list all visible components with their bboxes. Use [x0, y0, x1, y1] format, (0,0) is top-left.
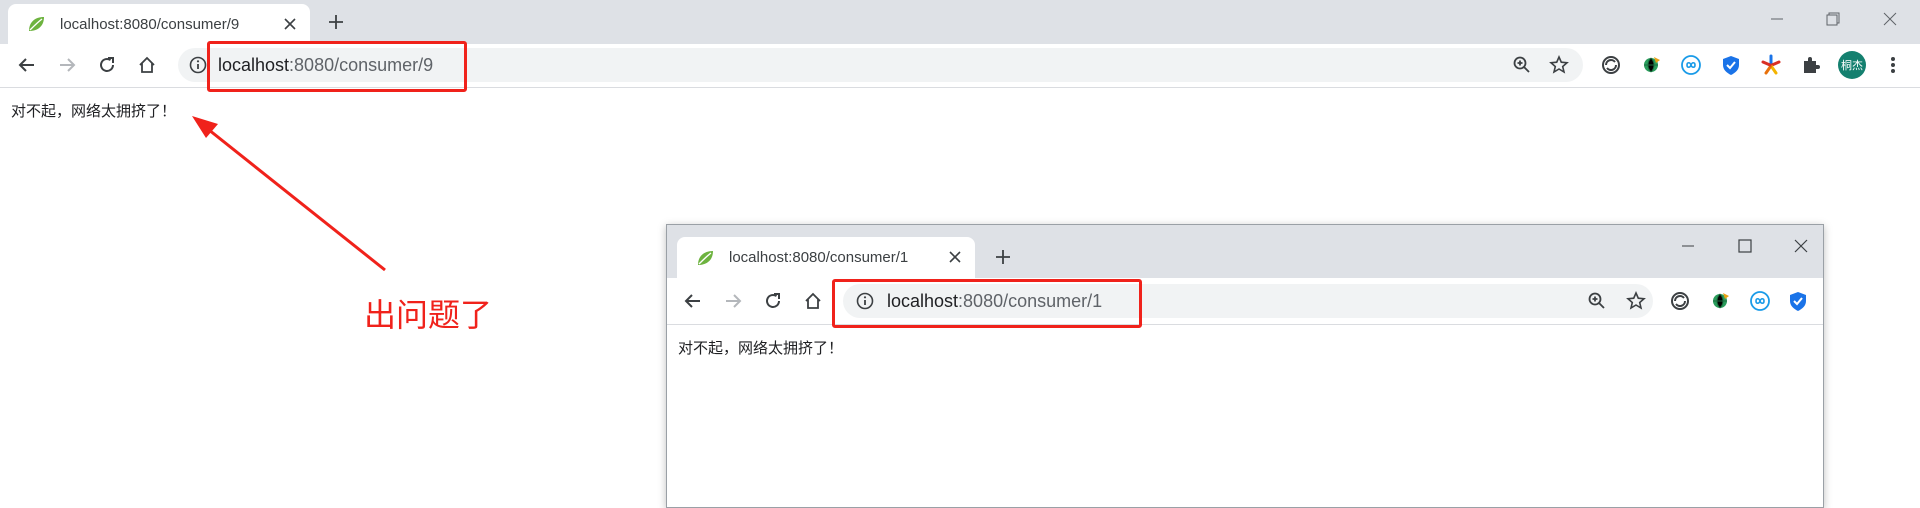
annotation-arrow — [192, 116, 386, 272]
tab-strip: localhost:8080/consumer/1 — [667, 225, 1823, 278]
forward-button[interactable] — [52, 50, 82, 80]
maximize-button[interactable] — [1725, 231, 1765, 261]
bookmark-star-icon[interactable] — [1623, 288, 1649, 314]
reload-button[interactable] — [758, 286, 788, 316]
shield-extension-icon[interactable] — [1718, 52, 1744, 78]
globe-extension-icon[interactable] — [1638, 52, 1664, 78]
tab-strip: localhost:8080/consumer/9 — [0, 0, 1920, 44]
spring-leaf-icon — [693, 246, 717, 270]
asterisk-extension-icon[interactable] — [1758, 52, 1784, 78]
home-button[interactable] — [132, 50, 162, 80]
tab-title: localhost:8080/consumer/1 — [729, 249, 909, 266]
avatar[interactable]: 桐杰 — [1838, 51, 1866, 79]
back-button[interactable] — [678, 286, 708, 316]
restore-button[interactable] — [1813, 4, 1853, 34]
tab-active[interactable]: localhost:8080/consumer/9 — [8, 4, 310, 44]
spring-leaf-icon — [24, 12, 48, 36]
close-window-button[interactable] — [1781, 231, 1821, 261]
menu-dots-icon[interactable] — [1880, 52, 1906, 78]
new-tab-button[interactable] — [989, 243, 1017, 271]
infinity-extension-icon[interactable] — [1747, 288, 1773, 314]
home-button[interactable] — [798, 286, 828, 316]
minimize-button[interactable] — [1757, 4, 1797, 34]
url-highlight-box — [207, 41, 467, 92]
back-button[interactable] — [12, 50, 42, 80]
page-viewport: 对不起，网络太拥挤了！ — [667, 325, 1823, 507]
close-tab-icon[interactable] — [280, 14, 300, 34]
minimize-button[interactable] — [1668, 231, 1708, 261]
sync-extension-icon[interactable] — [1667, 288, 1693, 314]
annotation-label: 出问题了 — [364, 296, 493, 334]
forward-button[interactable] — [718, 286, 748, 316]
reload-button[interactable] — [92, 50, 122, 80]
zoom-icon[interactable] — [1509, 52, 1535, 78]
error-message: 对不起，网络太拥挤了！ — [678, 339, 844, 357]
url-highlight-box — [832, 279, 1142, 328]
infinity-extension-icon[interactable] — [1678, 52, 1704, 78]
tab-title: localhost:8080/consumer/9 — [60, 15, 240, 33]
sync-extension-icon[interactable] — [1598, 52, 1624, 78]
puzzle-extensions-icon[interactable] — [1798, 52, 1824, 78]
secondary-browser-window: localhost:8080/consumer/1 localhost:8080… — [666, 224, 1824, 508]
new-tab-button[interactable] — [322, 8, 350, 36]
globe-extension-icon[interactable] — [1707, 288, 1733, 314]
info-icon[interactable] — [188, 55, 208, 75]
bookmark-star-icon[interactable] — [1546, 52, 1572, 78]
close-window-button[interactable] — [1870, 4, 1910, 34]
tab-active[interactable]: localhost:8080/consumer/1 — [677, 237, 975, 278]
shield-extension-icon[interactable] — [1785, 288, 1811, 314]
zoom-icon[interactable] — [1584, 288, 1610, 314]
error-message: 对不起，网络太拥挤了！ — [11, 102, 177, 120]
close-tab-icon[interactable] — [945, 247, 965, 267]
